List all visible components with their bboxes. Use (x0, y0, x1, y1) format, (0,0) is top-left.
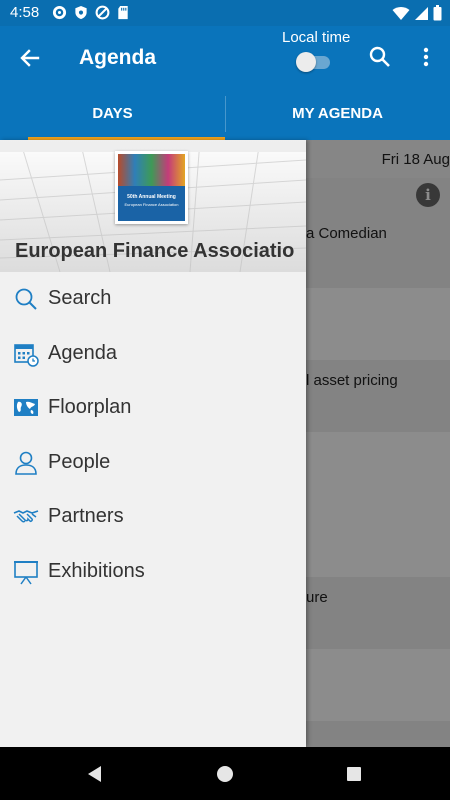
easel-icon (14, 560, 38, 585)
no-entry-icon (95, 5, 110, 20)
menu-item-search[interactable]: Search (0, 272, 306, 327)
back-arrow-icon[interactable] (14, 42, 46, 74)
local-time-toggle[interactable] (296, 52, 332, 72)
tab-days[interactable]: DAYS (0, 88, 225, 140)
person-icon (15, 451, 37, 475)
status-bar: 4:58 (0, 0, 450, 26)
wifi-icon (392, 6, 410, 20)
local-time-label: Local time (282, 29, 351, 46)
menu-item-label: Search (48, 287, 112, 309)
event-logo-title: 50th Annual Meeting (127, 194, 176, 200)
calendar-icon (14, 343, 39, 367)
menu-item-floorplan[interactable]: Floorplan (0, 381, 306, 436)
menu-item-exhibitions[interactable]: Exhibitions (0, 545, 306, 600)
menu-item-label: Floorplan (48, 396, 132, 419)
map-icon (14, 399, 38, 417)
page-title: Agenda (79, 46, 157, 69)
event-logo: 50th Annual Meeting European Finance Ass… (115, 151, 188, 224)
menu-item-partners[interactable]: Partners (0, 490, 306, 545)
settings-icon (52, 5, 67, 20)
search-icon[interactable] (367, 44, 393, 70)
app-bar: Agenda Local time (0, 26, 450, 88)
more-vert-icon[interactable] (414, 44, 438, 70)
navigation-drawer: 50th Annual Meeting European Finance Ass… (0, 140, 306, 747)
menu-item-label: People (48, 450, 111, 473)
event-logo-artwork (118, 154, 185, 186)
shield-icon (75, 5, 87, 20)
recents-icon[interactable] (343, 763, 365, 785)
search-icon (15, 288, 37, 310)
tab-bar: DAYS MY AGENDA (0, 88, 450, 140)
menu-item-agenda[interactable]: Agenda (0, 327, 306, 382)
back-icon[interactable] (84, 763, 106, 785)
menu-item-label: Exhibitions (48, 559, 145, 582)
organization-name: European Finance Associatio.. (15, 240, 295, 262)
sd-card-icon (118, 5, 128, 20)
menu-item-label: Partners (48, 505, 124, 528)
drawer-menu: Search Agenda Floorplan People Partners … (0, 272, 306, 600)
system-nav-bar (0, 747, 450, 800)
event-logo-subtitle: European Finance Association (124, 202, 179, 207)
menu-item-people[interactable]: People (0, 436, 306, 491)
home-icon[interactable] (214, 763, 236, 785)
battery-icon (433, 5, 442, 21)
status-time: 4:58 (10, 4, 40, 21)
menu-item-label: Agenda (48, 341, 117, 364)
handshake-icon (13, 510, 39, 523)
toggle-thumb (296, 52, 316, 72)
signal-icon (415, 6, 428, 20)
tab-my-agenda[interactable]: MY AGENDA (225, 88, 450, 140)
drawer-header: 50th Annual Meeting European Finance Ass… (0, 140, 306, 272)
